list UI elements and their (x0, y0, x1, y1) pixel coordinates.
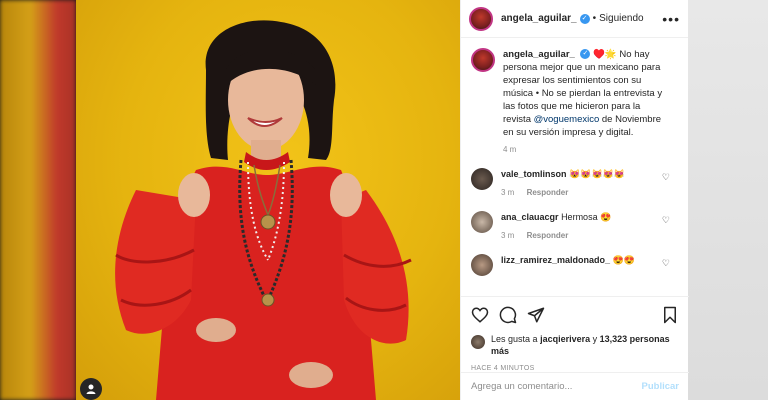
mention-link[interactable]: @voguemexico (534, 114, 600, 125)
liker-avatar[interactable] (471, 335, 485, 349)
bookmark-icon[interactable] (661, 306, 679, 324)
comment-meta: 3 m Responder (501, 231, 611, 240)
likes-text: Les gusta a jacqierivera y 13,323 person… (491, 333, 679, 357)
comment-body: 😻😻😻😻😻 (569, 169, 626, 179)
action-icons (471, 303, 679, 327)
caption-avatar[interactable] (471, 48, 495, 72)
commenter-avatar[interactable] (471, 168, 493, 190)
comment-username[interactable]: lizz_ramirez_maldonado_ (501, 255, 610, 265)
more-icon[interactable]: ••• (662, 11, 680, 27)
comment-item: vale_tomlinson 😻😻😻😻😻 3 m Responder ♡ (471, 168, 678, 197)
caption-text: angela_aguilar_ ✓ ♥️🌟 No hay persona mej… (503, 48, 668, 139)
publish-button[interactable]: Publicar (642, 381, 680, 392)
post-side-panel: angela_aguilar_ ✓ • Siguiendo ••• angela… (460, 0, 689, 400)
reply-button[interactable]: Responder (527, 231, 569, 240)
caption-time: 4 m (503, 145, 517, 154)
comment-body: Hermosa 😍 (561, 212, 612, 222)
blurred-background-right (688, 0, 768, 400)
commenter-avatar[interactable] (471, 254, 493, 276)
caption-emojis: ♥️🌟 (593, 49, 617, 60)
following-button[interactable]: Siguiendo (599, 13, 643, 24)
post-caption: angela_aguilar_ ✓ ♥️🌟 No hay persona mej… (471, 48, 678, 154)
share-icon[interactable] (527, 306, 545, 324)
comment-username[interactable]: ana_clauacgr (501, 212, 559, 222)
comments-list[interactable]: angela_aguilar_ ✓ ♥️🌟 No hay persona mej… (461, 38, 688, 288)
comment-like-icon[interactable]: ♡ (662, 215, 670, 226)
comment-time: 3 m (501, 188, 515, 197)
likes-summary: Les gusta a jacqierivera y 13,323 person… (471, 333, 679, 357)
comment-item: ana_clauacgr Hermosa 😍 3 m Responder ♡ (471, 211, 678, 240)
commenter-avatar[interactable] (471, 211, 493, 233)
liker-username[interactable]: jacqierivera (540, 334, 590, 344)
photo-illustration (115, 20, 412, 400)
post-header: angela_aguilar_ ✓ • Siguiendo ••• (461, 0, 688, 38)
post-photo[interactable] (76, 0, 460, 400)
user-tag-button[interactable] (80, 378, 102, 400)
blurred-background-left (0, 0, 76, 400)
comment-username[interactable]: vale_tomlinson (501, 169, 567, 179)
verified-icon: ✓ (580, 49, 591, 60)
verified-icon: ✓ (579, 13, 590, 24)
add-comment-bar: Agrega un comentario... Publicar (461, 372, 689, 400)
post-timestamp: HACE 4 MINUTOS (471, 365, 535, 372)
comment-text: ana_clauacgr Hermosa 😍 (501, 211, 611, 223)
comment-input[interactable]: Agrega un comentario... (471, 381, 572, 392)
likes-conj: y (592, 334, 598, 344)
comment-text: lizz_ramirez_maldonado_ 😍😍 (501, 254, 635, 266)
header-separator: • (592, 13, 597, 24)
comment-like-icon[interactable]: ♡ (662, 172, 670, 183)
post-actions: Les gusta a jacqierivera y 13,323 person… (461, 296, 689, 372)
comment-time: 3 m (501, 231, 515, 240)
comment-like-icon[interactable]: ♡ (662, 258, 670, 269)
author-username[interactable]: angela_aguilar_ (501, 13, 577, 24)
heart-icon[interactable] (471, 306, 489, 324)
comment-body: 😍😍 (612, 255, 635, 265)
comment-meta: 3 m Responder (501, 188, 625, 197)
comment-item: lizz_ramirez_maldonado_ 😍😍 ♡ (471, 254, 678, 276)
comment-icon[interactable] (499, 306, 517, 324)
likes-prefix: Les gusta a (491, 334, 538, 344)
comment-text: vale_tomlinson 😻😻😻😻😻 (501, 168, 625, 180)
author-avatar[interactable] (469, 6, 493, 31)
caption-username[interactable]: angela_aguilar_ (503, 49, 575, 60)
user-tag-icon (86, 384, 96, 394)
reply-button[interactable]: Responder (527, 188, 569, 197)
